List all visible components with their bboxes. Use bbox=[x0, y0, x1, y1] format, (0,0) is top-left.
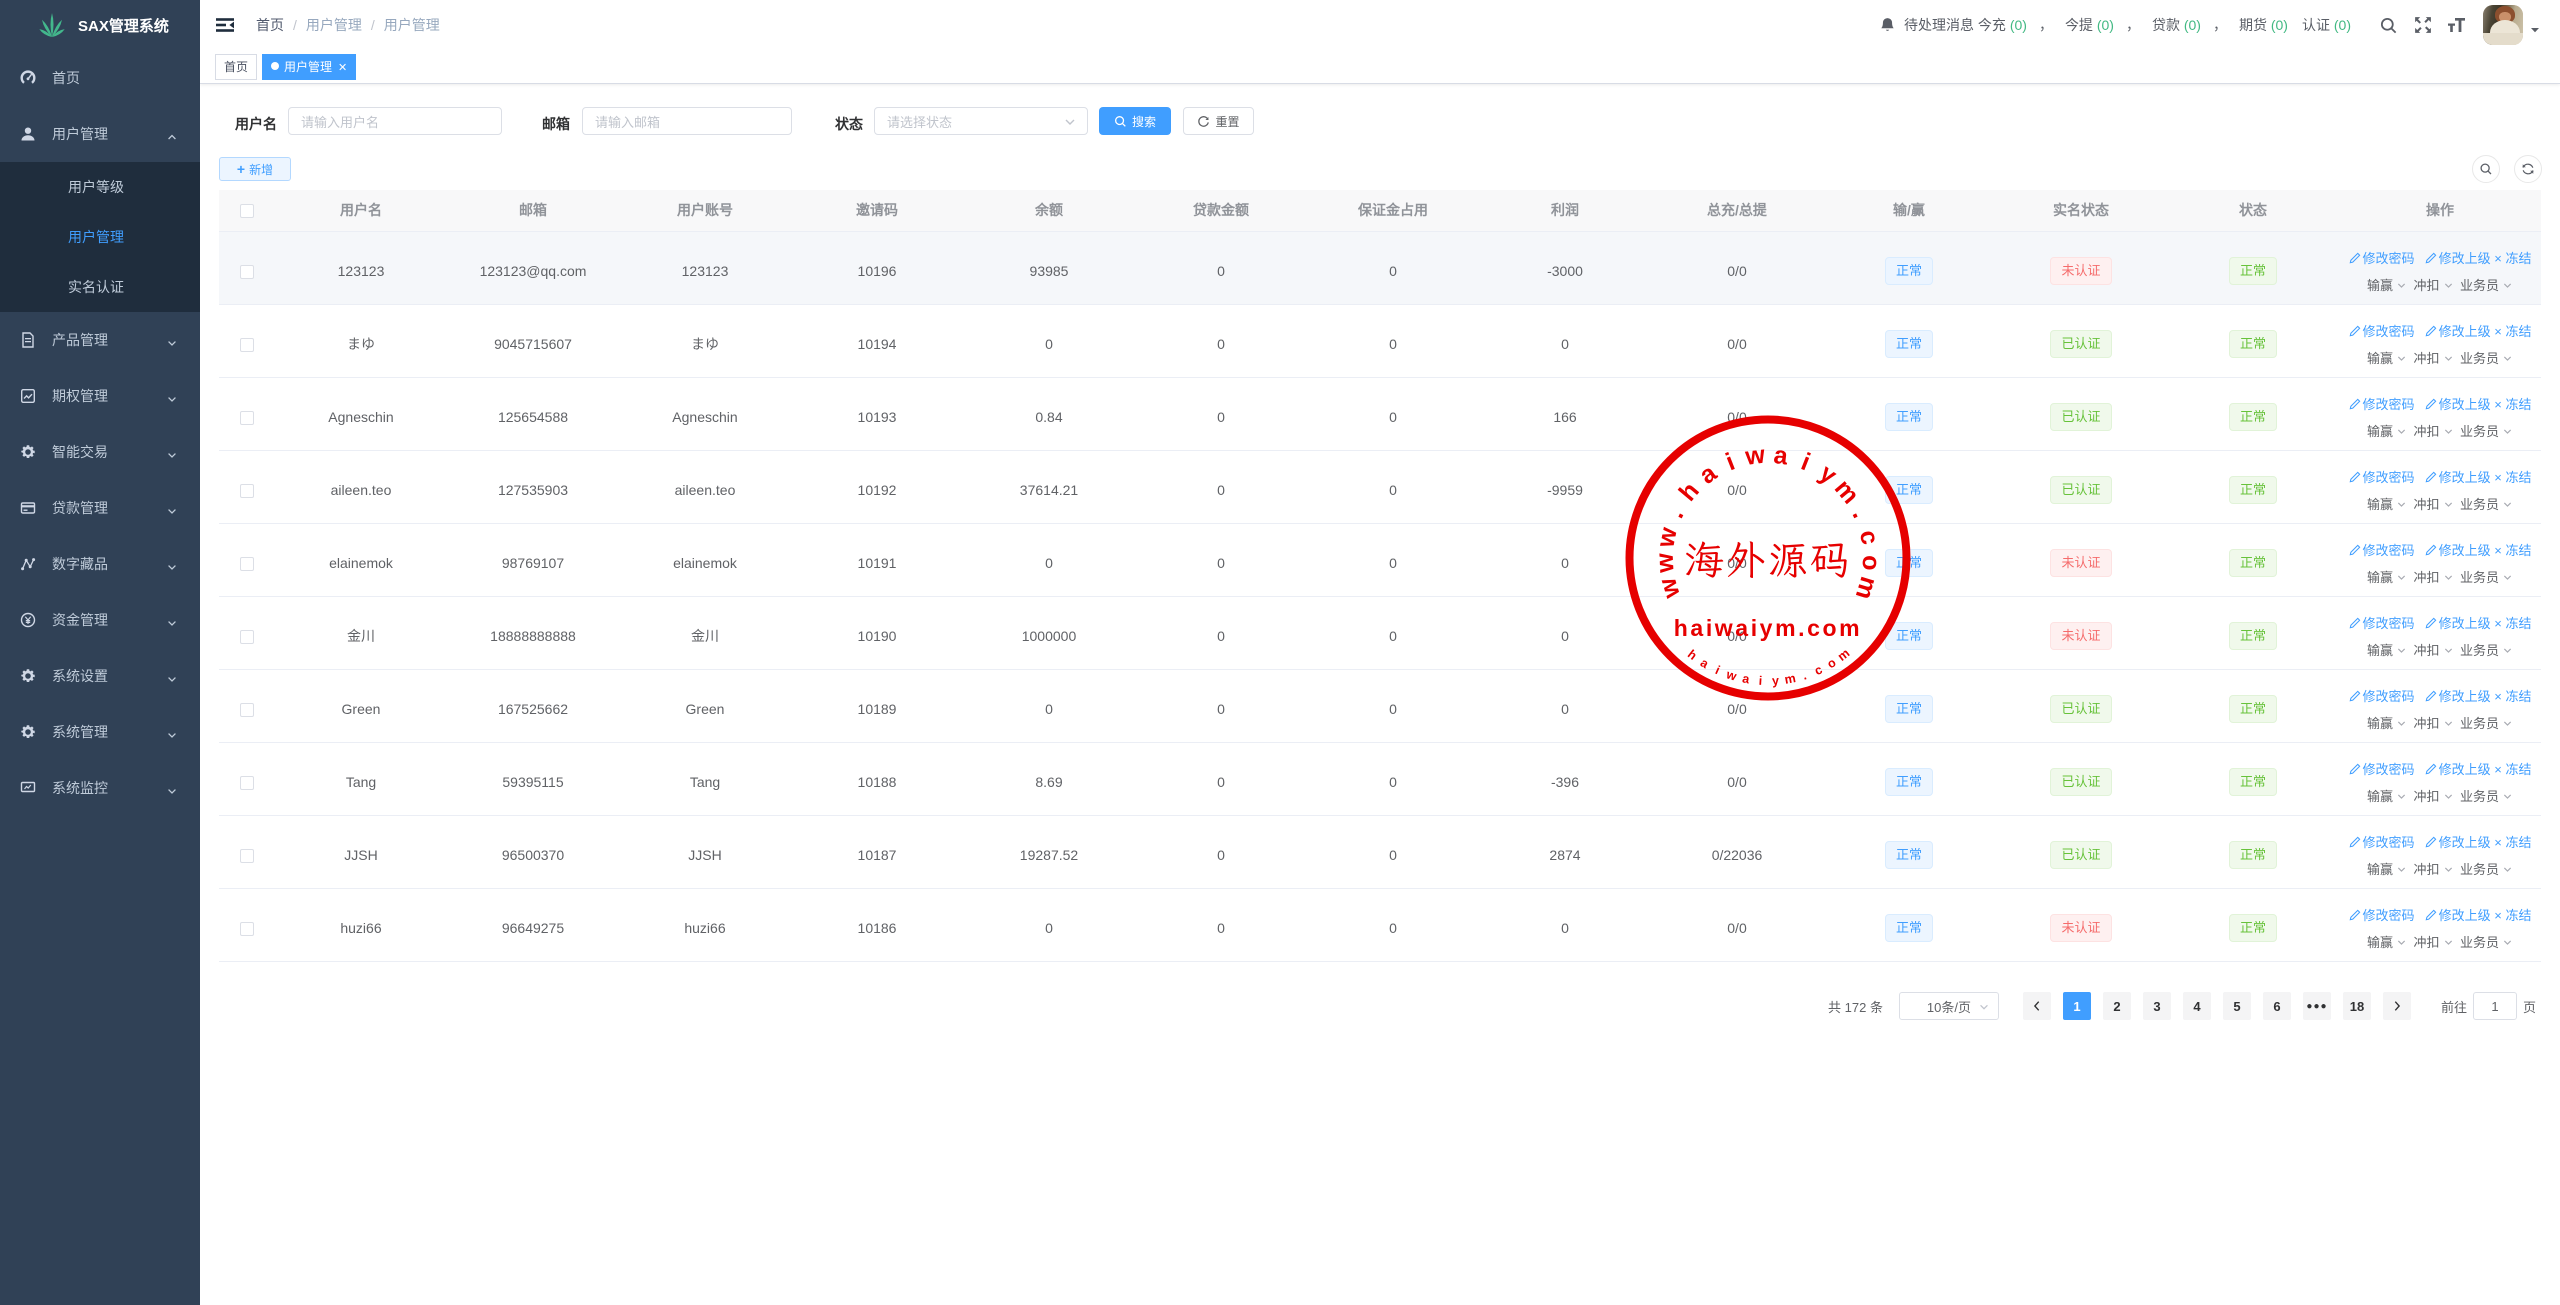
svg-text:海外源码: 海外源码 bbox=[1684, 534, 1852, 586]
svg-text:i: i bbox=[1797, 448, 1814, 477]
svg-text:o: o bbox=[1857, 555, 1886, 572]
svg-text:a: a bbox=[1698, 656, 1712, 672]
svg-text:haiwaiym.com: haiwaiym.com bbox=[1674, 615, 1862, 641]
svg-text:c: c bbox=[1812, 662, 1824, 678]
svg-text:a: a bbox=[1741, 671, 1751, 686]
svg-text:o: o bbox=[1825, 655, 1839, 671]
svg-text:i: i bbox=[1713, 663, 1722, 677]
svg-text:.: . bbox=[1661, 504, 1689, 522]
svg-text:a: a bbox=[1772, 441, 1790, 471]
svg-text:c: c bbox=[1854, 528, 1884, 547]
svg-text:m: m bbox=[1850, 573, 1883, 602]
svg-text:w: w bbox=[1653, 574, 1686, 602]
svg-text:w: w bbox=[1651, 525, 1683, 551]
svg-text:a: a bbox=[1694, 458, 1723, 489]
svg-text:m: m bbox=[1783, 671, 1796, 687]
svg-text:h: h bbox=[1685, 647, 1700, 663]
svg-text:w: w bbox=[1651, 552, 1680, 574]
svg-text:i: i bbox=[1722, 448, 1739, 477]
svg-text:.: . bbox=[1801, 668, 1808, 682]
svg-text:h: h bbox=[1674, 477, 1705, 507]
svg-text:i: i bbox=[1758, 674, 1762, 688]
svg-text:y: y bbox=[1772, 674, 1780, 688]
svg-text:m: m bbox=[1829, 474, 1865, 509]
svg-text:m: m bbox=[1835, 646, 1852, 664]
svg-text:w: w bbox=[1743, 441, 1767, 471]
svg-text:w: w bbox=[1724, 667, 1739, 684]
svg-text:.: . bbox=[1847, 504, 1875, 522]
